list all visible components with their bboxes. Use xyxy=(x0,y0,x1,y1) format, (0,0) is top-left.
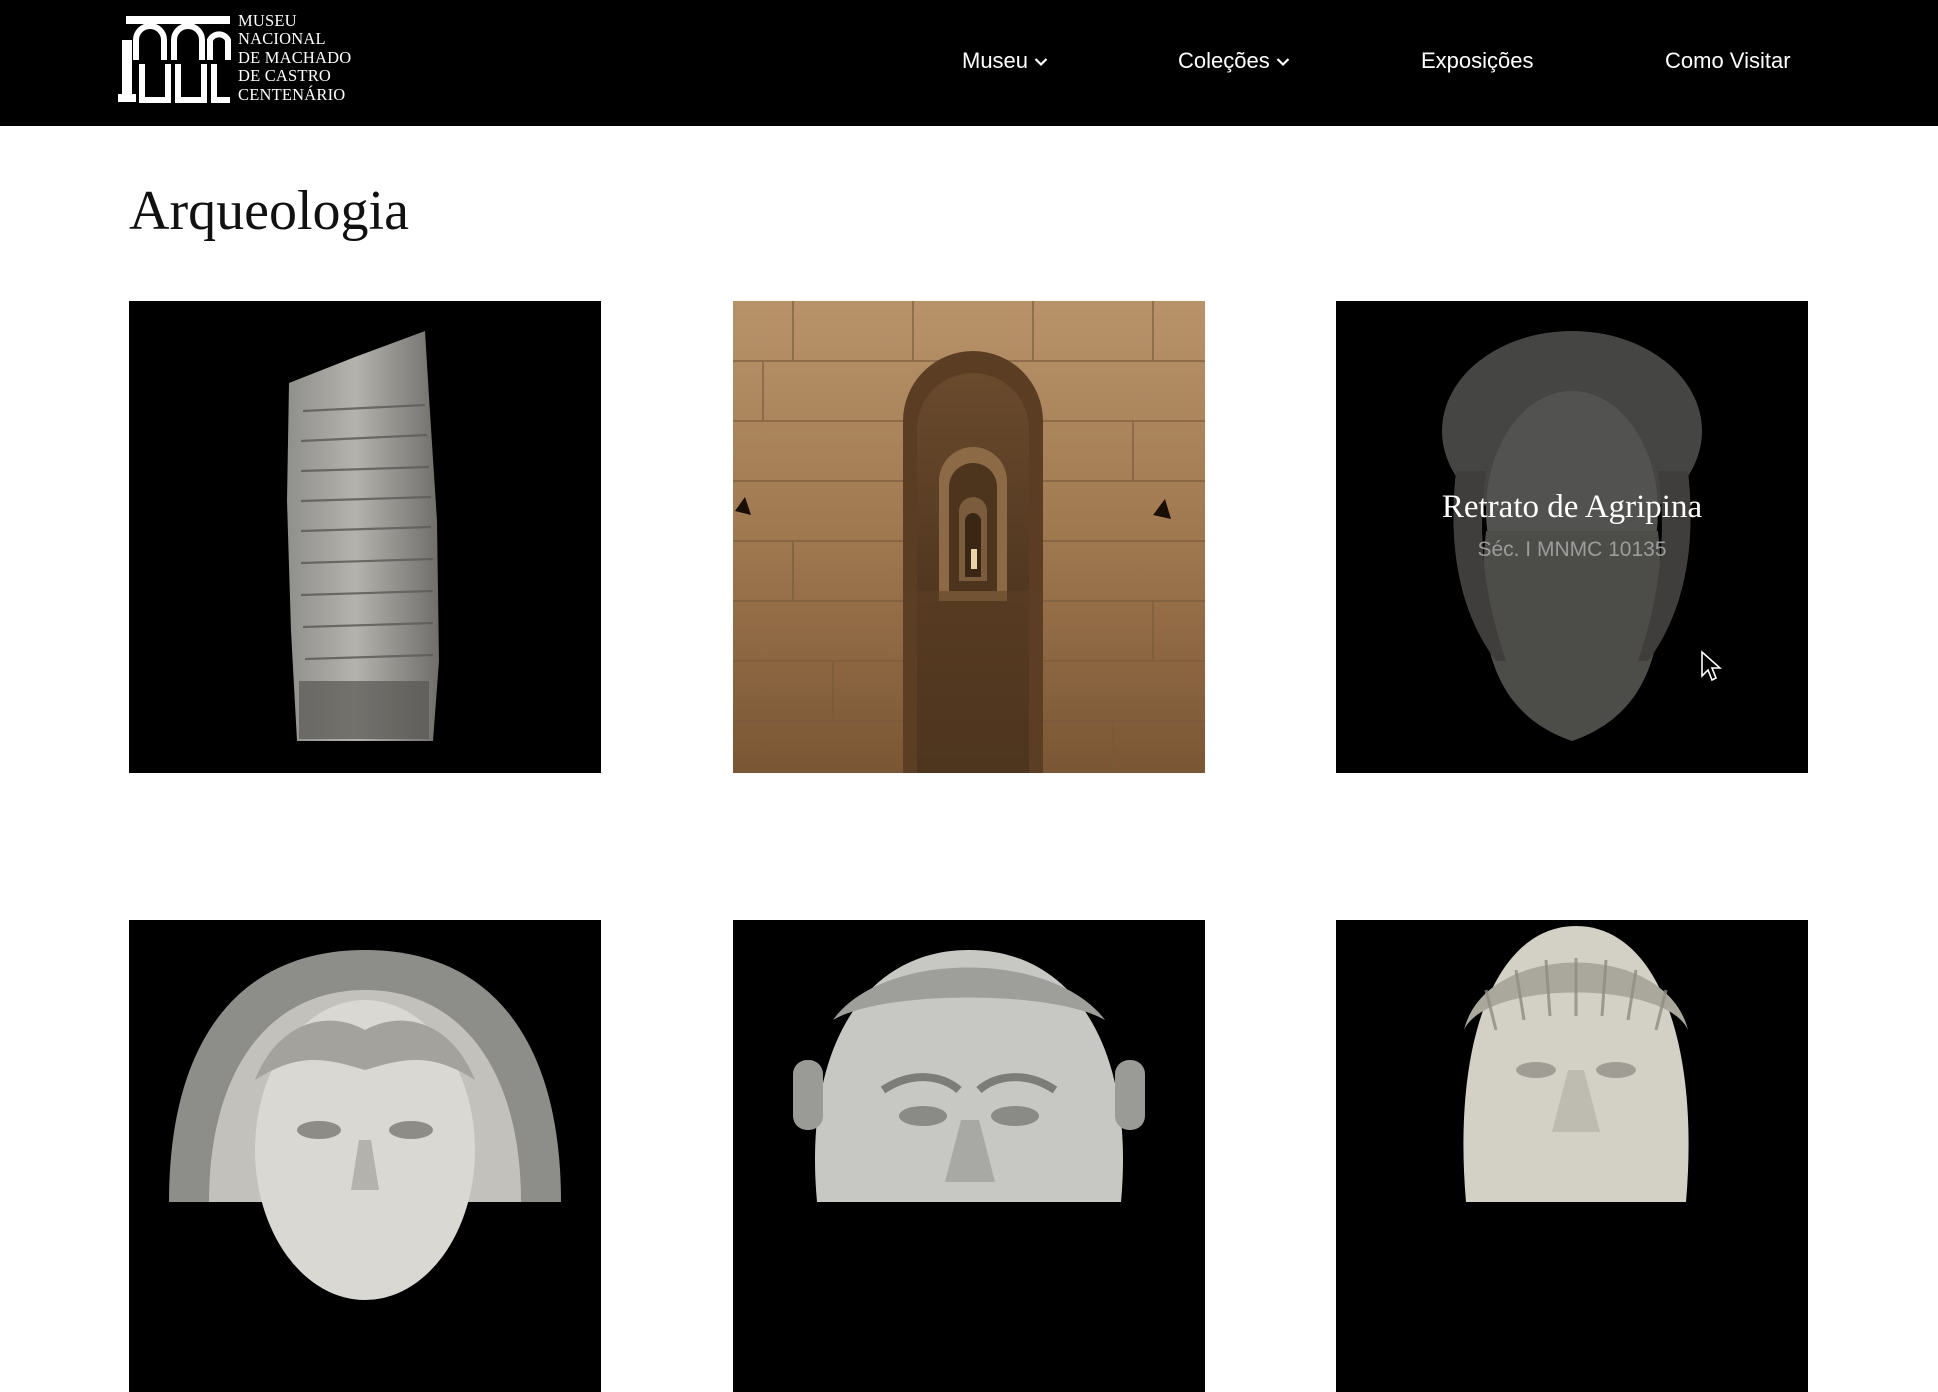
roman-milestone-image xyxy=(129,301,601,773)
veiled-female-head-image xyxy=(129,920,601,1392)
nav-como-visitar[interactable]: Como Visitar xyxy=(1665,46,1791,76)
nav-colecoes-label: Coleções xyxy=(1178,48,1270,73)
page-title: Arqueologia xyxy=(129,180,409,242)
mouse-pointer-icon xyxy=(1701,650,1722,682)
cryptoporticus-corridor-image xyxy=(733,301,1205,773)
collection-card[interactable] xyxy=(129,301,601,773)
nav-exposicoes[interactable]: Exposições xyxy=(1421,46,1534,76)
card-meta: Séc. I MNMC 10135 xyxy=(1477,538,1667,561)
site-header: MUSEU NACIONAL DE MACHADO DE CASTRO CENT… xyxy=(0,0,1938,126)
male-portrait-head-image xyxy=(733,920,1205,1392)
museum-logo[interactable]: MUSEU NACIONAL DE MACHADO DE CASTRO CENT… xyxy=(118,11,358,104)
card-caption: Retrato de Agripina Séc. I MNMC 10135 xyxy=(1336,487,1808,563)
collection-card[interactable] xyxy=(733,920,1205,1392)
logo-100-arches-icon xyxy=(118,16,231,103)
emperor-head-image xyxy=(1336,920,1808,1392)
collection-card[interactable] xyxy=(129,920,601,1392)
logo-line: CENTENÁRIO xyxy=(238,84,346,104)
logo-line: DE MACHADO xyxy=(238,47,352,67)
collection-card-agripina[interactable]: Retrato de Agripina Séc. I MNMC 10135 xyxy=(1336,301,1808,773)
logo-line: NACIONAL xyxy=(238,29,326,49)
chevron-down-icon xyxy=(1276,58,1289,67)
nav-museu[interactable]: Museu xyxy=(962,46,1048,76)
collection-card[interactable] xyxy=(733,301,1205,773)
nav-colecoes[interactable]: Coleções xyxy=(1178,46,1290,76)
nav-como-visitar-label: Como Visitar xyxy=(1665,48,1791,73)
collection-card[interactable] xyxy=(1336,920,1808,1392)
logo-line: DE CASTRO xyxy=(238,66,332,86)
logo-line: MUSEU xyxy=(238,11,297,30)
logo-wordmark: MUSEU NACIONAL DE MACHADO DE CASTRO CENT… xyxy=(238,11,368,104)
chevron-down-icon xyxy=(1034,58,1048,67)
card-title: Retrato de Agripina xyxy=(1441,489,1703,525)
nav-exposicoes-label: Exposições xyxy=(1421,48,1534,73)
nav-museu-label: Museu xyxy=(962,48,1029,73)
